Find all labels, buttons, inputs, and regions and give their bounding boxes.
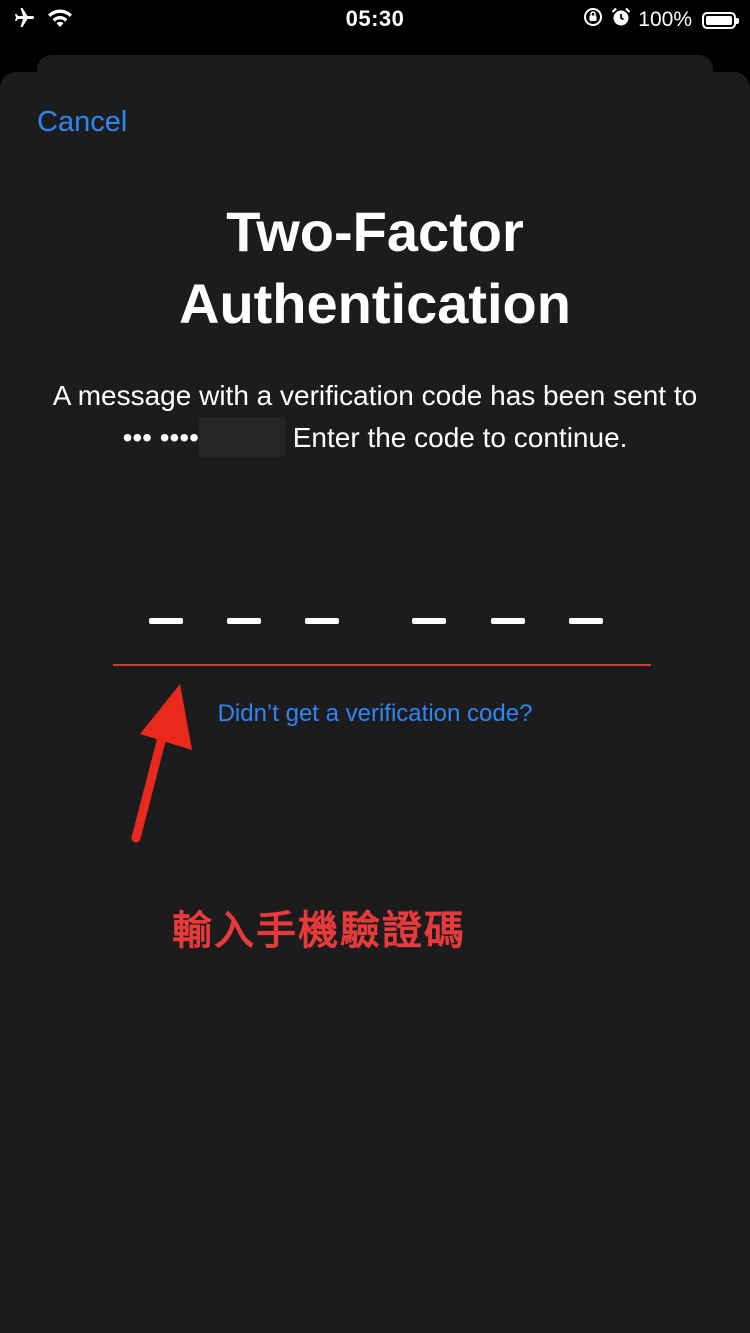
message-text-after: Enter the code to continue. — [284, 422, 628, 453]
code-digit-slot — [412, 618, 446, 624]
code-digit-slot — [227, 618, 261, 624]
screen: 05:30 100% Cancel Two-Factor Authenticat… — [0, 0, 750, 1333]
cancel-button[interactable]: Cancel — [37, 106, 127, 139]
title-line-2: Authentication — [179, 272, 571, 335]
battery-icon — [702, 11, 739, 29]
code-digit-slot — [491, 618, 525, 624]
resend-code-link[interactable]: Didn’t get a verification code? — [0, 700, 750, 728]
redacted-phone-number — [198, 417, 285, 457]
annotation-arrow-icon — [131, 684, 192, 843]
orientation-lock-icon — [582, 6, 604, 34]
two-factor-sheet: Cancel Two-Factor Authentication A messa… — [0, 72, 750, 1333]
alarm-icon — [610, 6, 632, 34]
status-right: 100% — [582, 6, 739, 34]
verification-message: A message with a verification code has b… — [50, 375, 700, 459]
battery-percent: 100% — [638, 8, 692, 31]
annotation-label: 輸入手機驗證碼 — [172, 909, 466, 953]
title-line-1: Two-Factor — [226, 200, 524, 263]
code-digit-slot — [305, 618, 339, 624]
page-title: Two-Factor Authentication — [0, 196, 750, 340]
code-input-underline — [113, 664, 651, 666]
code-digit-slot — [149, 618, 183, 624]
code-digit-slot — [569, 618, 603, 624]
verification-code-input[interactable] — [0, 618, 750, 628]
status-bar: 05:30 100% — [0, 0, 750, 40]
